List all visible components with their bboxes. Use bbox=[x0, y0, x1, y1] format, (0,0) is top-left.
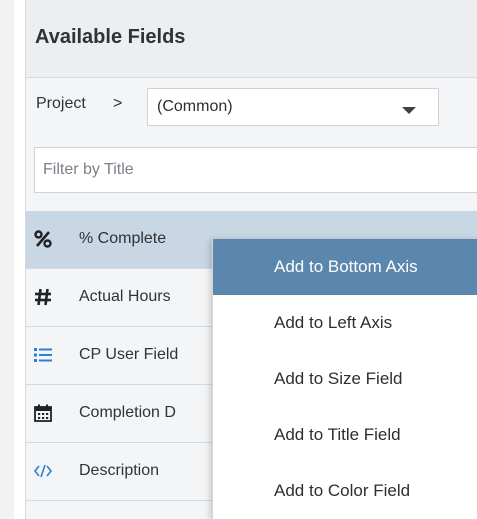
caret-down-icon bbox=[402, 107, 416, 114]
menu-item-add-to-left-axis[interactable]: Add to Left Axis bbox=[213, 295, 477, 351]
calendar-icon bbox=[34, 404, 52, 422]
left-gutter bbox=[0, 0, 14, 519]
project-row: Project > (Common) bbox=[26, 78, 477, 138]
field-label: Description bbox=[79, 462, 160, 479]
menu-item-label: Add to Title Field bbox=[274, 425, 401, 444]
filter-by-title-input[interactable] bbox=[34, 147, 477, 193]
menu-item-add-to-size-field[interactable]: Add to Size Field bbox=[213, 351, 477, 407]
menu-item-add-to-color-field[interactable]: Add to Color Field bbox=[213, 463, 477, 519]
menu-item-label: Add to Color Field bbox=[274, 481, 411, 500]
menu-item-label: Add to Size Field bbox=[274, 369, 403, 388]
percent-icon bbox=[34, 230, 52, 248]
field-label: % Complete bbox=[79, 230, 167, 247]
project-dropdown[interactable]: (Common) bbox=[147, 88, 439, 126]
project-dropdown-value: (Common) bbox=[157, 98, 233, 115]
menu-item-label: Add to Bottom Axis bbox=[274, 257, 418, 276]
breadcrumb-separator: > bbox=[113, 95, 123, 112]
context-menu: Add to Bottom Axis Add to Left Axis Add … bbox=[212, 239, 477, 519]
field-label: CP User Field bbox=[79, 346, 179, 363]
menu-item-add-to-bottom-axis[interactable]: Add to Bottom Axis bbox=[213, 239, 477, 295]
panel-header: Available Fields bbox=[26, 0, 477, 78]
hash-icon bbox=[34, 288, 52, 306]
list-icon bbox=[34, 346, 52, 364]
code-icon bbox=[33, 462, 53, 480]
app-window: Available Fields Project > (Common) Filt… bbox=[0, 0, 477, 519]
menu-item-label: Add to Left Axis bbox=[274, 313, 393, 332]
menu-item-add-to-title-field[interactable]: Add to Title Field bbox=[213, 407, 477, 463]
field-label: Completion D bbox=[79, 404, 176, 421]
field-label: Actual Hours bbox=[79, 288, 171, 305]
project-label: Project bbox=[36, 95, 86, 112]
panel-title: Available Fields bbox=[35, 26, 186, 48]
